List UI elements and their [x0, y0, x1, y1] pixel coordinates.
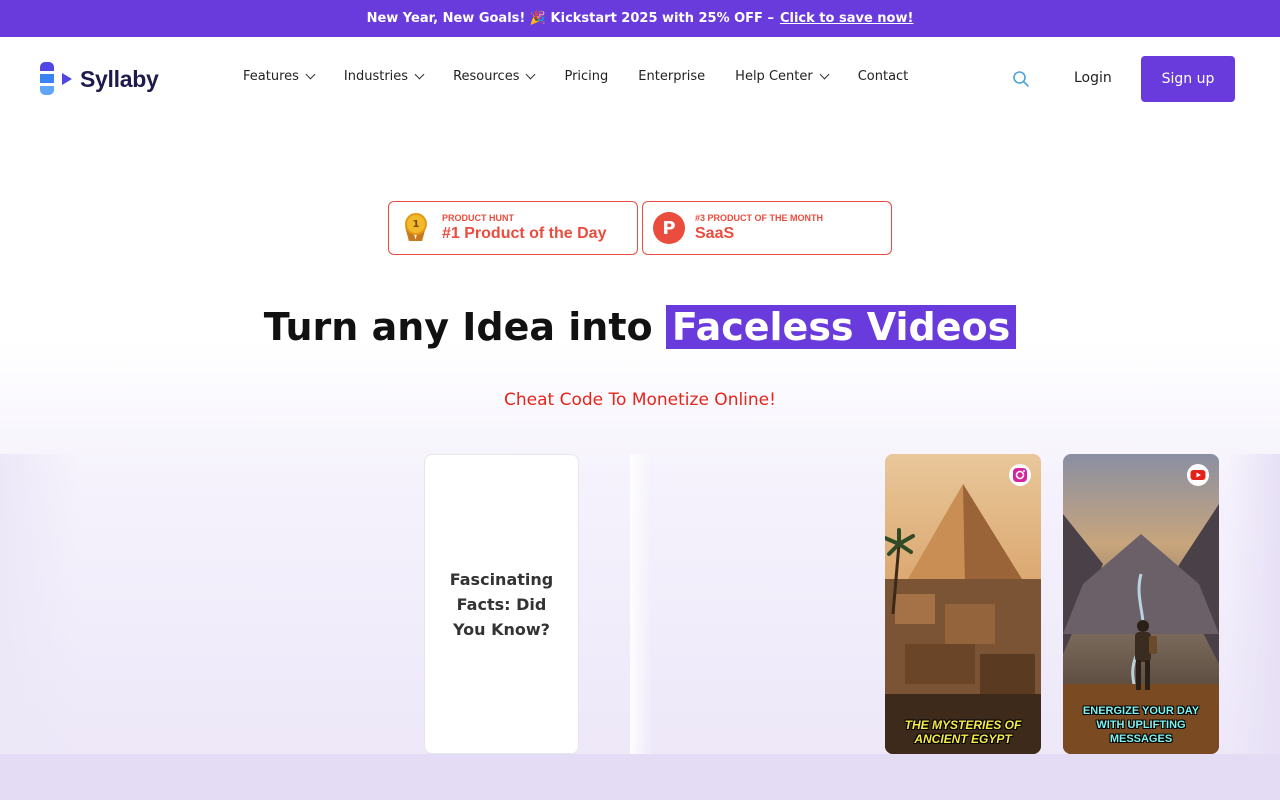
- logo-mark-icon: [40, 62, 74, 96]
- nav-menu: Features Industries Resources Pricing En…: [243, 69, 938, 84]
- medal-icon: 1: [404, 213, 428, 243]
- hiker-video-card[interactable]: ENERGIZE YOUR DAY WITH UPLIFTING MESSAGE…: [1063, 454, 1219, 754]
- badge-small-text: #3 PRODUCT OF THE MONTH: [695, 213, 824, 223]
- headline-highlight: Faceless Videos: [665, 305, 1017, 349]
- text-card-title: Fascinating Facts: Did You Know?: [449, 569, 554, 639]
- egypt-video-card[interactable]: THE MYSTERIES OF ANCIENT EGYPT: [885, 454, 1041, 754]
- text-video-card[interactable]: Fascinating Facts: Did You Know?: [424, 454, 579, 754]
- nav-item-features[interactable]: Features: [243, 69, 316, 84]
- producthunt-icon: P: [653, 212, 685, 244]
- bottom-band: [0, 754, 1280, 800]
- chevron-down-icon: [526, 69, 536, 80]
- caption-line: WITH UPLIFTING: [1096, 719, 1186, 731]
- nav-item-pricing[interactable]: Pricing: [564, 69, 608, 84]
- nav-item-label: Industries: [343, 69, 409, 84]
- nav-item-label: Contact: [857, 69, 909, 84]
- badge-big-text: #1 Product of the Day: [442, 225, 607, 242]
- caption-line: MESSAGES: [1109, 733, 1173, 745]
- nav-item-industries[interactable]: Industries: [343, 69, 425, 84]
- signup-button[interactable]: Sign up: [1141, 56, 1235, 102]
- hiker-caption: ENERGIZE YOUR DAY WITH UPLIFTING MESSAGE…: [1063, 704, 1219, 746]
- nav-item-label: Features: [243, 69, 299, 84]
- product-hunt-day-badge[interactable]: 1 PRODUCT HUNT #1 Product of the Day: [388, 201, 638, 255]
- carousel-fade-mid: [630, 454, 652, 754]
- nav-item-help-center[interactable]: Help Center: [735, 69, 830, 84]
- caption-line: THE MYSTERIES OF: [904, 718, 1022, 732]
- nav-item-label: Pricing: [564, 69, 609, 84]
- syllaby-logo[interactable]: Syllaby: [40, 62, 159, 96]
- promo-text: New Year, New Goals! 🎉 Kickstart 2025 wi…: [366, 11, 774, 26]
- carousel-fade-right: [1228, 454, 1280, 754]
- badge-small-text: PRODUCT HUNT: [442, 213, 514, 223]
- badge-big-text: SaaS: [695, 225, 735, 242]
- instagram-icon: [1009, 464, 1031, 486]
- promo-link[interactable]: Click to save now!: [780, 11, 913, 26]
- medal-number: 1: [405, 213, 427, 235]
- promo-banner: New Year, New Goals! 🎉 Kickstart 2025 wi…: [0, 0, 1280, 37]
- nav-item-label: Resources: [453, 69, 520, 84]
- chevron-down-icon: [819, 69, 830, 80]
- caption-line: ANCIENT EGYPT: [914, 732, 1012, 746]
- hero-tagline: Cheat Code To Monetize Online!: [504, 390, 776, 410]
- chevron-down-icon: [414, 69, 425, 80]
- nav-item-enterprise[interactable]: Enterprise: [638, 69, 705, 84]
- hero-headline: Turn any Idea into Faceless Videos: [0, 303, 1280, 351]
- nav-item-label: Enterprise: [638, 69, 706, 84]
- search-icon[interactable]: [1012, 70, 1030, 88]
- nav-item-resources[interactable]: Resources: [453, 69, 536, 84]
- main-nav: Syllaby Features Industries Resources Pr…: [0, 37, 1280, 121]
- logo-text: Syllaby: [80, 65, 159, 92]
- youtube-icon: [1187, 464, 1209, 486]
- caption-line: ENERGIZE YOUR DAY: [1082, 705, 1200, 717]
- egypt-scene-image: [885, 454, 1041, 754]
- egypt-caption: THE MYSTERIES OF ANCIENT EGYPT: [885, 718, 1041, 746]
- login-link[interactable]: Login: [1074, 70, 1112, 86]
- nav-item-label: Help Center: [735, 69, 813, 84]
- nav-item-contact[interactable]: Contact: [858, 69, 909, 84]
- headline-plain: Turn any Idea into: [263, 305, 653, 349]
- product-hunt-month-badge[interactable]: P #3 PRODUCT OF THE MONTH SaaS: [642, 201, 892, 255]
- carousel-fade-left: [0, 454, 80, 754]
- chevron-down-icon: [305, 69, 316, 80]
